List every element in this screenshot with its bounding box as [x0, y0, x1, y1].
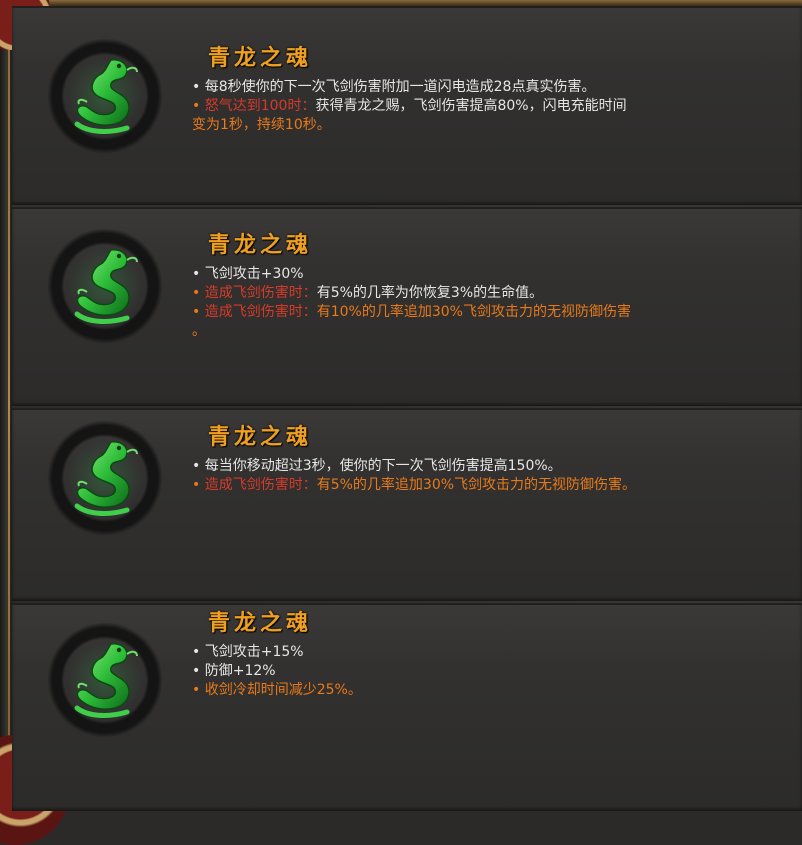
- description-text: 变为1秒，持续10秒。: [192, 117, 331, 133]
- description-line: • 造成飞剑伤害时：有5%的几率追加30%飞剑攻击力的无视防御伤害。: [192, 476, 752, 495]
- description-line: • 每当你移动超过3秒，使你的下一次飞剑伤害提高150%。: [192, 457, 752, 476]
- description-text: 有10%的几率追加30%飞剑攻击力的无视防御伤害: [316, 304, 631, 320]
- bullet: •: [192, 458, 205, 474]
- bullet: •: [192, 644, 205, 660]
- trigger-label: 造成飞剑伤害时：: [204, 285, 317, 301]
- description-line: • 飞剑攻击+15%: [192, 643, 752, 662]
- description-line: 。: [192, 322, 752, 341]
- bullet: •: [192, 682, 205, 698]
- talent-description: • 每8秒使你的下一次飞剑伤害附加一道闪电造成28点真实伤害。 • 怒气达到100…: [192, 78, 752, 135]
- bullet: •: [192, 266, 205, 282]
- description-line: 变为1秒，持续10秒。: [192, 116, 752, 135]
- jade-dragon-icon: [45, 36, 165, 156]
- bullet: •: [192, 304, 205, 320]
- description-line: • 每8秒使你的下一次飞剑伤害附加一道闪电造成28点真实伤害。: [192, 78, 752, 97]
- talent-title: 青龙之魂: [208, 424, 313, 450]
- description-line: • 飞剑攻击+30%: [192, 265, 752, 284]
- trigger-label: 造成飞剑伤害时：: [204, 477, 317, 493]
- description-text: 防御+12%: [204, 663, 276, 679]
- talent-description: • 每当你移动超过3秒，使你的下一次飞剑伤害提高150%。 • 造成飞剑伤害时：有…: [192, 457, 752, 495]
- description-line: • 防御+12%: [192, 662, 752, 681]
- panel-left-border: [0, 0, 12, 811]
- bullet: •: [192, 663, 205, 679]
- description-line: • 造成飞剑伤害时：有10%的几率追加30%飞剑攻击力的无视防御伤害: [192, 303, 752, 322]
- description-line: • 收剑冷却时间减少25%。: [192, 681, 752, 700]
- description-line: • 怒气达到100时：获得青龙之赐，飞剑伤害提高80%，闪电充能时间: [192, 97, 752, 116]
- description-line: • 造成飞剑伤害时：有5%的几率为你恢复3%的生命值。: [192, 284, 752, 303]
- bullet: •: [192, 98, 205, 114]
- description-text: 每8秒使你的下一次飞剑伤害附加一道闪电造成28点真实伤害。: [204, 79, 596, 95]
- description-text: 收剑冷却时间减少25%。: [204, 682, 362, 698]
- jade-dragon-icon: [45, 620, 165, 740]
- talent-description: • 飞剑攻击+30% • 造成飞剑伤害时：有5%的几率为你恢复3%的生命值。 • 造…: [192, 265, 752, 341]
- description-text: 飞剑攻击+15%: [204, 644, 304, 660]
- talent-title: 青龙之魂: [208, 45, 313, 71]
- description-text: 有5%的几率追加30%飞剑攻击力的无视防御伤害。: [316, 477, 637, 493]
- bullet: •: [192, 285, 205, 301]
- trigger-label: 造成飞剑伤害时：: [204, 304, 317, 320]
- talent-title: 青龙之魂: [208, 610, 313, 636]
- description-text: 。: [192, 323, 206, 339]
- description-text: 每当你移动超过3秒，使你的下一次飞剑伤害提高150%。: [204, 458, 562, 474]
- description-text: 获得青龙之赐，飞剑伤害提高80%，闪电充能时间: [315, 98, 627, 114]
- description-text: 飞剑攻击+30%: [204, 266, 304, 282]
- bullet: •: [192, 79, 205, 95]
- trigger-label: 怒气达到100时：: [204, 98, 316, 114]
- talent-description: • 飞剑攻击+15% • 防御+12% • 收剑冷却时间减少25%。: [192, 643, 752, 700]
- talent-title: 青龙之魂: [208, 232, 313, 258]
- jade-dragon-icon: [45, 226, 165, 346]
- jade-dragon-icon: [45, 418, 165, 538]
- bullet: •: [192, 477, 205, 493]
- description-text: 有5%的几率为你恢复3%的生命值。: [316, 285, 544, 301]
